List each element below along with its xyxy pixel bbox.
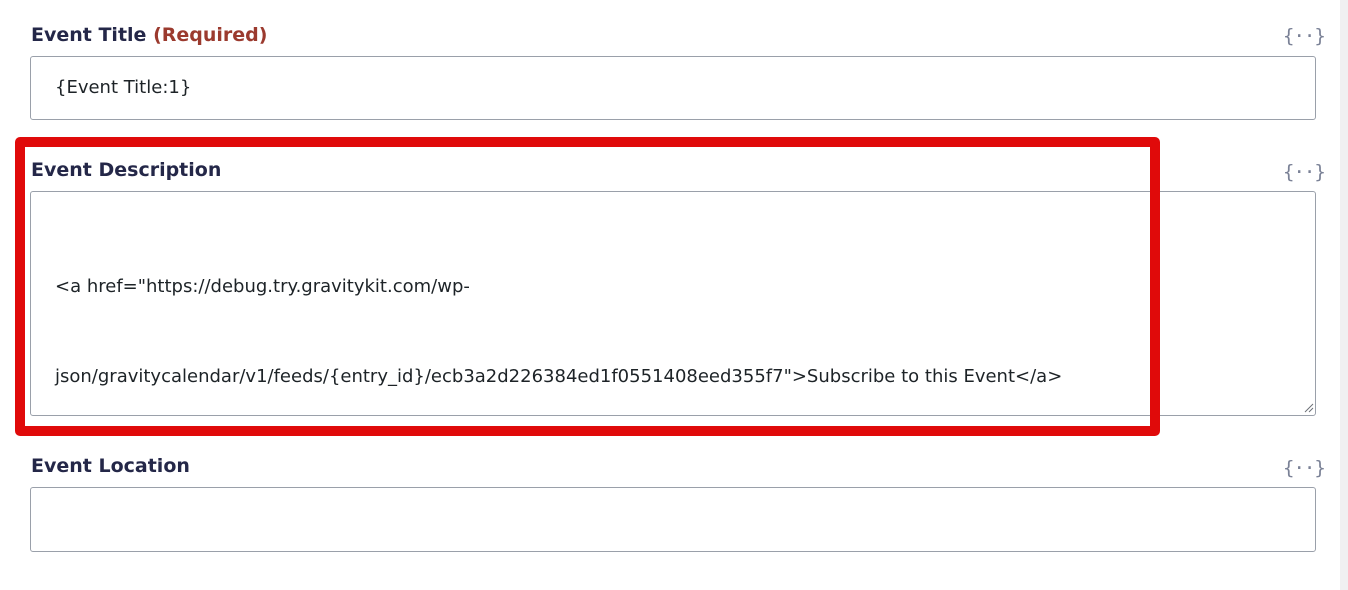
resize-handle-icon[interactable] <box>1302 401 1314 413</box>
event-title-label: Event Title (Required) <box>31 23 267 47</box>
description-line-2: json/gravitycalendar/v1/feeds/{entry_id}… <box>55 366 1063 387</box>
merge-tags-icon[interactable]: {··} <box>1283 24 1326 48</box>
event-title-input[interactable]: {Event Title:1} <box>30 56 1316 120</box>
event-location-input[interactable] <box>30 487 1316 552</box>
page-background-edge <box>1340 0 1348 590</box>
event-description-label: Event Description <box>31 159 222 181</box>
event-title-label-text: Event Title <box>31 24 147 46</box>
event-fields-panel: Event Title (Required) {··} {Event Title… <box>0 0 1340 590</box>
event-location-label: Event Location <box>31 455 190 477</box>
description-line-1: <a href="https://debug.try.gravitykit.co… <box>55 276 470 297</box>
event-description-textarea[interactable]: <a href="https://debug.try.gravitykit.co… <box>30 191 1316 416</box>
required-indicator: (Required) <box>153 24 268 46</box>
merge-tags-icon[interactable]: {··} <box>1283 456 1326 480</box>
merge-tags-icon[interactable]: {··} <box>1283 160 1326 184</box>
